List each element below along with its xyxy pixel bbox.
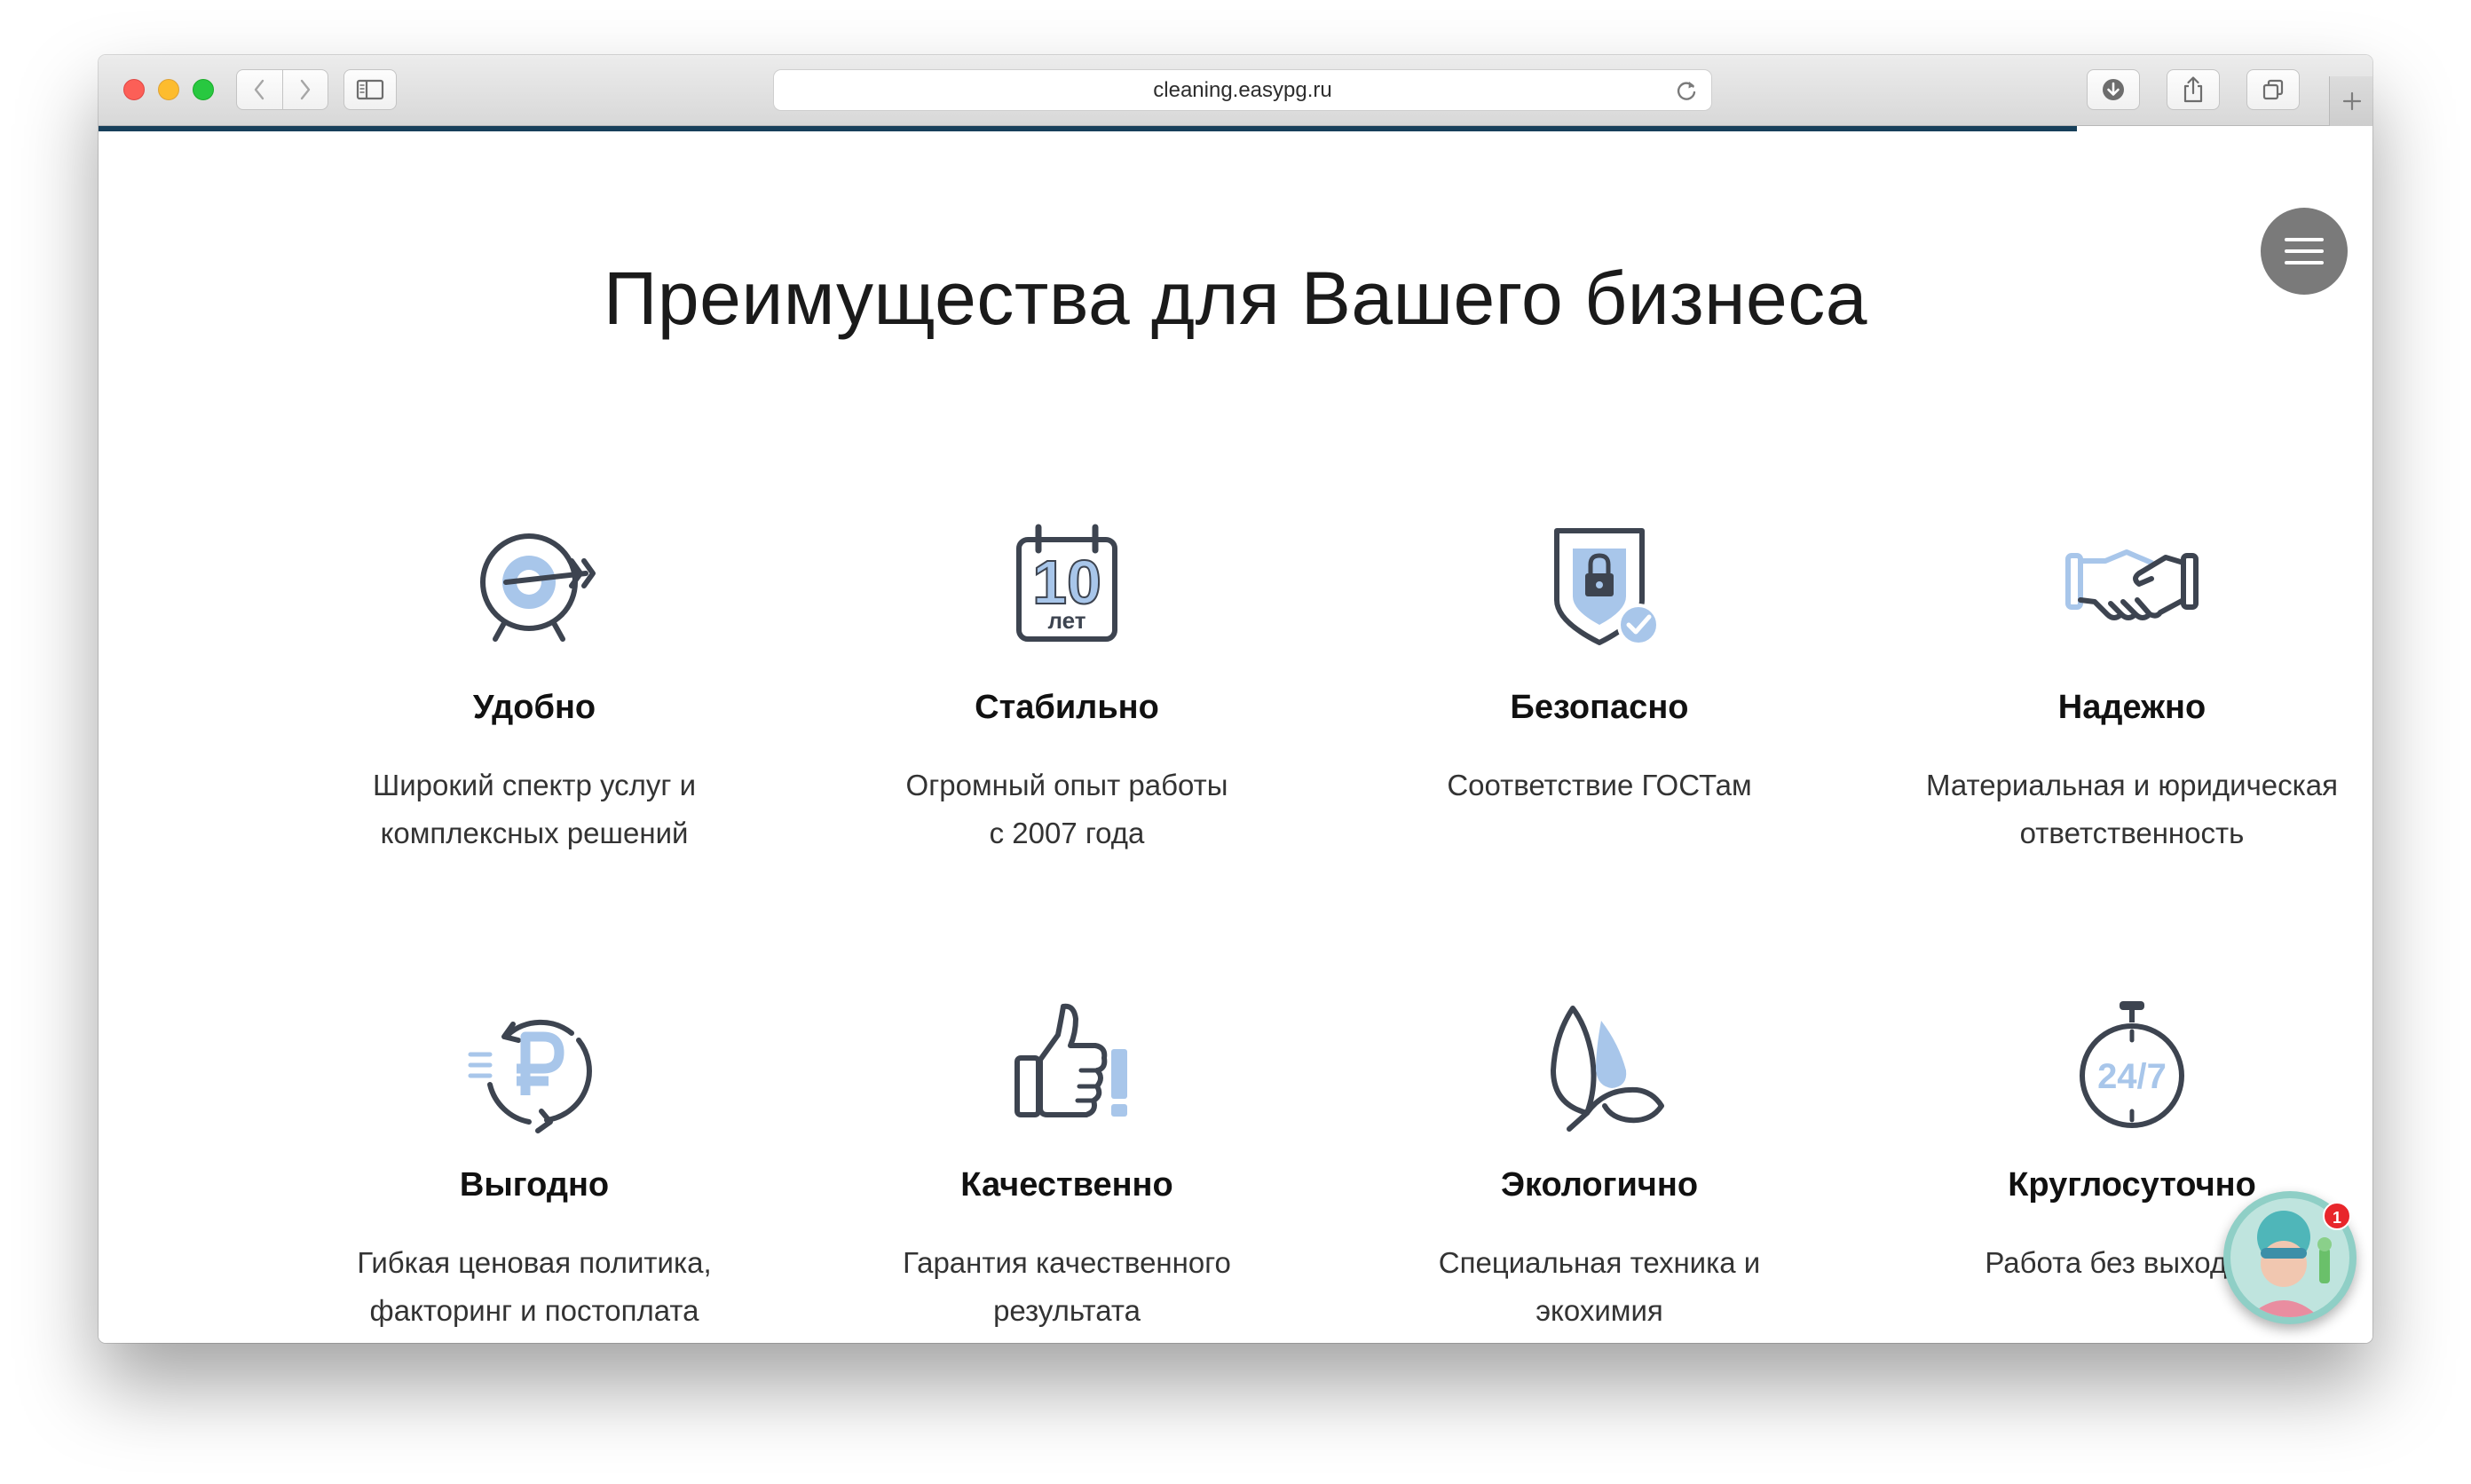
stopwatch-label: 24/7 (2097, 1057, 2167, 1096)
feature-description-line: ответственность (2019, 817, 2245, 849)
feature-description: Гарантия качественного результата (801, 1239, 1333, 1335)
new-tab-button[interactable] (2329, 76, 2372, 126)
feature-description-line: Материальная и юридическая (1925, 769, 2339, 801)
sidebar-icon (356, 79, 384, 100)
feature-description: Материальная и юридическая ответственнос… (1866, 762, 2372, 857)
feature-description: Гибкая ценовая политика, факторинг и пос… (268, 1239, 801, 1335)
sidebar-button[interactable] (343, 69, 397, 110)
tabs-icon (2262, 79, 2284, 100)
browser-window: cleaning.easypg.ru Преимущества для Ваше… (99, 55, 2372, 1343)
section-heading: Преимущества для Вашего бизнеса (604, 257, 1867, 340)
chevron-right-icon (300, 79, 310, 100)
thumbs-up-icon (1014, 1003, 1127, 1117)
back-button[interactable] (237, 70, 282, 109)
feature-description: Соответствие ГОСТам (1333, 762, 1866, 809)
chat-widget-button[interactable]: 1 (2223, 1191, 2357, 1324)
close-window-button[interactable] (123, 79, 145, 100)
address-bar[interactable]: cleaning.easypg.ru (773, 69, 1712, 111)
feature-description-line: с 2007 года (989, 817, 1145, 849)
browser-toolbar: cleaning.easypg.ru (99, 55, 2372, 126)
ruble-exchange-icon (468, 1019, 592, 1133)
feature-description-line: Специальная техника и (1438, 1246, 1761, 1279)
share-icon (2183, 76, 2203, 103)
chevron-left-icon (255, 79, 264, 100)
share-button[interactable] (2167, 69, 2220, 110)
feature-safe: Безопасно Соответствие ГОСТам (1333, 522, 1866, 809)
feature-description-line: Огромный опыт работы (905, 769, 1228, 801)
reload-icon[interactable] (1674, 78, 1699, 103)
url-text: cleaning.easypg.ru (1153, 78, 1332, 102)
stopwatch-24-7-icon: 24/7 (2080, 1001, 2184, 1128)
feature-title: Безопасно (1510, 689, 1689, 726)
feature-quality: Качественно Гарантия качественного резул… (801, 999, 1333, 1335)
feature-title: Качественно (960, 1166, 1173, 1204)
minimize-window-button[interactable] (158, 79, 179, 100)
feature-eco: Экологично Специальная техника и экохими… (1333, 999, 1866, 1335)
feature-title: Стабильно (975, 689, 1159, 726)
feature-description: Широкий спектр услуг и комплексных решен… (268, 762, 801, 857)
feature-title: Выгодно (459, 1166, 610, 1204)
page-content: Преимущества для Вашего бизнеса Удобно Ш… (99, 131, 2372, 1343)
feature-stable: 10 лет Стабильно Огромный опыт работы с … (801, 522, 1333, 857)
plus-icon (2342, 91, 2361, 111)
zoom-window-button[interactable] (193, 79, 214, 100)
tab-overview-button[interactable] (2246, 69, 2300, 110)
calendar-label: лет (1047, 607, 1086, 634)
feature-description-line: экохимия (1535, 1294, 1663, 1327)
feature-profitable: Выгодно Гибкая ценовая политика, фактори… (268, 999, 801, 1335)
feature-description-line: Широкий спектр услуг и (372, 769, 697, 801)
menu-icon-bar (2285, 249, 2324, 253)
eco-leaf-icon (1551, 1006, 1664, 1132)
handshake-icon (2065, 549, 2199, 620)
forward-button[interactable] (281, 70, 328, 109)
feature-description: Огромный опыт работы с 2007 года (801, 762, 1333, 857)
feature-description-line: комплексных решений (380, 817, 689, 849)
downloads-button[interactable] (2087, 69, 2140, 110)
feature-title: Экологично (1500, 1166, 1699, 1204)
feature-title: Удобно (472, 689, 596, 726)
feature-description-line: Гарантия качественного (903, 1246, 1231, 1279)
feature-description-line: Соответствие ГОСТам (1447, 769, 1752, 801)
menu-icon-bar (2285, 238, 2324, 241)
calendar-10-years-icon: 10 лет (1016, 524, 1117, 642)
target-icon (480, 533, 596, 642)
feature-description: Специальная техника и экохимия (1333, 1239, 1866, 1335)
notification-badge: 1 (2323, 1202, 2351, 1230)
feature-convenient: Удобно Широкий спектр услуг и комплексны… (268, 522, 801, 857)
shield-lock-icon (1554, 528, 1660, 646)
navigation-buttons (236, 69, 328, 110)
feature-reliable: Надежно Материальная и юридическая ответ… (1866, 522, 2372, 857)
feature-title: Надежно (2057, 689, 2207, 726)
feature-description-line: результата (993, 1294, 1141, 1327)
download-icon (2103, 79, 2124, 100)
feature-description-line: Гибкая ценовая политика, (357, 1246, 712, 1279)
feature-description-line: факторинг и постоплата (369, 1294, 699, 1327)
